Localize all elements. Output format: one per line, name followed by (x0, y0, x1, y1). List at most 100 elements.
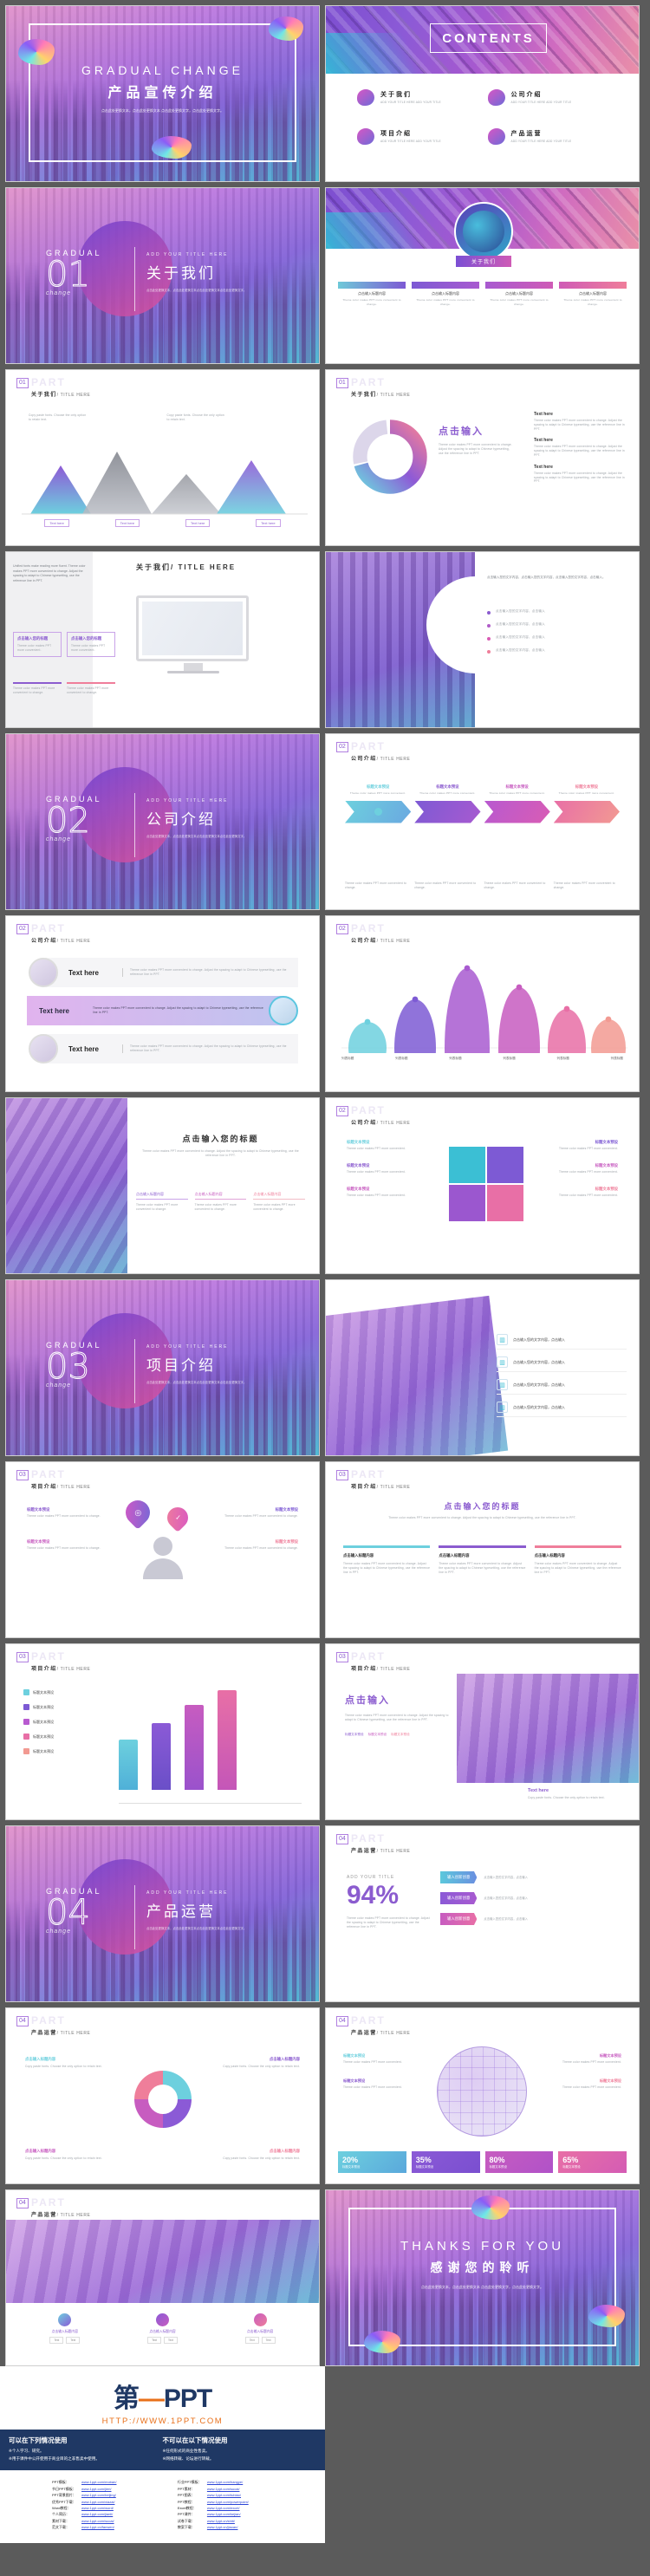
process-step[interactable]: 标题文本预设 Theme color makes PPT more conven… (345, 784, 412, 823)
link[interactable]: www.1ppt.com/tubiao/ (207, 2492, 241, 2498)
list-item[interactable]: 点击输入您的文字内容，点击输入 (487, 648, 627, 654)
percent-value: 94% (347, 1881, 400, 1909)
slide-globe[interactable]: 04 PART 产品运营/ TITLE HERE 标题文本预设 Theme co… (325, 2007, 640, 2184)
process-step[interactable]: 标题文本预设 Theme color makes PPT more conven… (414, 784, 481, 823)
link[interactable]: www.1ppt.com/sucai/ (207, 2486, 240, 2492)
section-title-cn: 关于我们 (146, 265, 216, 282)
puzzle-label: 标题文本预设 (347, 1162, 370, 1168)
info-card[interactable]: 点击输入您的标题 Theme color makes PPT more conv… (67, 632, 115, 657)
stat-tile[interactable]: 65% 标题文本预设 (558, 2151, 627, 2173)
info-card[interactable]: Theme color makes PPT more convenient to… (13, 682, 62, 695)
contents-item[interactable]: 项目介绍 ADD YOUR TITLE HERE ADD YOUR TITLE (357, 128, 488, 145)
text-card[interactable]: Text here Theme color makes PPT more con… (29, 958, 298, 987)
slide-section-02[interactable]: GRADUAL 02 change ADD YOUR TITLE HERE 公司… (5, 733, 320, 910)
icon-card[interactable]: 点击输入标题内容 Text Text (215, 2313, 305, 2344)
link[interactable]: www.1ppt.com/xiazai/ (81, 2499, 114, 2505)
link[interactable]: www.1ppt.com/moban/ (81, 2479, 116, 2485)
link[interactable]: www.1ppt.cn/fanwen/ (81, 2524, 114, 2530)
stat-block[interactable]: 点击输入标题内容 Theme color makes PPT more conv… (412, 282, 479, 306)
slide-cover[interactable]: GRADUAL CHANGE 产品宣传介绍 点击此处更换文本，点击此处更换文本 … (5, 5, 320, 182)
info-card[interactable]: 点击输入您的标题 Theme color makes PPT more conv… (13, 632, 62, 657)
column-block[interactable]: 点击输入标题内容 Theme color makes PPT more conv… (136, 1192, 188, 1212)
slide-section-01[interactable]: GRADUAL 01 change ADD YOUR TITLE HERE 关于… (5, 187, 320, 364)
slide-percent[interactable]: 04 PART 产品运营/ TITLE HERE ADD YOUR TITLE … (325, 1825, 640, 2002)
column-block[interactable]: 点击输入标题内容 Theme color makes PPT more conv… (253, 1192, 306, 1212)
slide-donut-chart[interactable]: 01 PART 关于我们/ TITLE HERE 点击输入 Theme colo… (325, 369, 640, 546)
slide-person-pins[interactable]: 03 PART 项目介绍/ TITLE HERE 标题文本预设 Theme co… (5, 1461, 320, 1638)
icon-card[interactable]: 点击输入标题内容 Text Text (20, 2313, 110, 2344)
list-item[interactable]: ▥ 点击输入您的文字内容，点击输入 (497, 1379, 627, 1395)
info-card[interactable]: Theme color makes PPT more convenient to… (67, 682, 115, 695)
contents-item-sub: ADD YOUR TITLE HERE ADD YOUR TITLE (380, 101, 441, 105)
link[interactable]: www.1ppt.com/sucai/ (81, 2518, 114, 2524)
process-step[interactable]: 标题文本预设 Theme color makes PPT more conven… (553, 784, 620, 823)
list-item[interactable]: ▥ 点击输入您的文字内容，点击输入 (497, 1356, 627, 1372)
stat-block[interactable]: 点击输入标题内容 Theme color makes PPT more conv… (559, 282, 627, 306)
bullet-shape-icon (357, 89, 374, 106)
link[interactable]: www.1ppt.com/jieri/ (81, 2486, 111, 2492)
slide-puzzle[interactable]: 02 PART 公司介绍/ TITLE HERE 标题文本预设 Theme co… (325, 1097, 640, 1274)
link[interactable]: www.1ppt.com/powerpoint/ (207, 2499, 249, 2505)
globe-label[interactable]: 标题文本预设 Theme color makes PPT more conven… (536, 2053, 621, 2090)
legend-swatch (23, 1748, 29, 1754)
denied-uses: 不可以在以下情况使用 ※任何形式的商业性售卖。 ※网络转载、论坛进行转载。 (163, 2436, 317, 2462)
slide-thanks[interactable]: THANKS FOR YOU 感谢您的聆听 点击此处更换文本，点击此处更换文本 … (325, 2189, 640, 2366)
slide-hill-chart[interactable]: 02 PART 公司介绍/ TITLE HERE 列表标题 列表标题 列表标题 … (325, 915, 640, 1092)
link[interactable]: www.1ppt.com/jianli/ (81, 2511, 113, 2517)
stat-block[interactable]: 点击输入标题内容 Theme color makes PPT more conv… (338, 282, 406, 306)
contents-item[interactable]: 公司介绍 ADD YOUR TITLE HERE ADD YOUR TITLE (487, 89, 619, 106)
slide-section-03[interactable]: GRADUAL 03 change ADD YOUR TITLE HERE 项目… (5, 1279, 320, 1456)
percent-row[interactable]: 输入创新创意 点击输入您的文字内容，点击输入 (440, 1913, 588, 1925)
slide-three-cards[interactable]: 03 PART 项目介绍/ TITLE HERE 点击输入您的标题 Theme … (325, 1461, 640, 1638)
slide-wide-photo-icons[interactable]: 04 PART 产品运营/ TITLE HERE 点击输入标题内容 Text T… (5, 2189, 320, 2366)
slide-halfcircle-list[interactable]: 点击输入您的文字内容，点击输入您的文字内容，点击输入您的文字内容，点击输入。 点… (325, 551, 640, 728)
stat-tile[interactable]: 80% 标题文本预设 (484, 2151, 554, 2173)
percent-row[interactable]: 输入创新创意 点击输入您的文字内容，点击输入 (440, 1892, 588, 1904)
process-step[interactable]: 标题文本预设 Theme color makes PPT more conven… (484, 784, 550, 823)
list-item[interactable]: ▥ 点击输入您的文字内容，点击输入 (497, 1402, 627, 1417)
card[interactable]: 点击输入标题内容 Theme color makes PPT more conv… (343, 1545, 431, 1574)
globe-label[interactable]: 标题文本预设 Theme color makes PPT more conven… (343, 2053, 428, 2090)
stat-tile[interactable]: 35% 标题文本预设 (411, 2151, 480, 2173)
card[interactable]: 点击输入标题内容 Theme color makes PPT more conv… (439, 1545, 526, 1574)
stat-block[interactable]: 点击输入标题内容 Theme color makes PPT more conv… (485, 282, 553, 306)
slide-process-arrows[interactable]: 02 PART 公司介绍/ TITLE HERE 标题文本预设 Theme co… (325, 733, 640, 910)
overlay-card[interactable]: Text here Copy paste fonts. Choose the o… (523, 1783, 618, 1805)
quadrant-label[interactable]: 点击输入标题内容 Copy paste fonts. Choose the on… (205, 2057, 300, 2069)
link[interactable]: www.1ppt.cn/shiti/ (207, 2518, 235, 2524)
slide-tilt-photo-list[interactable]: ▥ 点击输入您的文字内容，点击输入 ▥ 点击输入您的文字内容，点击输入 ▥ 点击… (325, 1279, 640, 1456)
slide-header: 03 PART 项目介绍/ TITLE HERE (336, 1468, 410, 1490)
list-item[interactable]: 点击输入您的文字内容，点击输入 (487, 622, 627, 628)
link[interactable]: www.1ppt.com/kejian/ (207, 2511, 241, 2517)
slide-about-monitor[interactable]: Unified fonts make reading more fluent. … (5, 551, 320, 728)
quadrant-label[interactable]: 点击输入标题内容 Copy paste fonts. Choose the on… (25, 2057, 120, 2069)
link[interactable]: www.1ppt.com/hangye/ (207, 2479, 243, 2485)
text-card[interactable]: Text here Theme color makes PPT more con… (29, 1034, 298, 1064)
link[interactable]: www.1ppt.com/word/ (81, 2505, 114, 2511)
slide-bar-chart[interactable]: 03 PART 项目介绍/ TITLE HERE 标题文本预设 标题文本预设 标… (5, 1643, 320, 1820)
link[interactable]: www.1ppt.cn/jiaoan/ (207, 2524, 238, 2530)
slide-click-input-photo[interactable]: 03 PART 项目介绍/ TITLE HERE 点击输入 Theme colo… (325, 1643, 640, 1820)
slide-text-cards[interactable]: 02 PART 公司介绍/ TITLE HERE Text here Theme… (5, 915, 320, 1092)
slide-section-04[interactable]: GRADUAL 04 change ADD YOUR TITLE HERE 产品… (5, 1825, 320, 2002)
list-item[interactable]: 点击输入您的文字内容，点击输入 (487, 609, 627, 615)
link[interactable]: www.1ppt.com/beijing/ (81, 2492, 116, 2498)
list-item[interactable]: 点击输入您的文字内容，点击输入 (487, 635, 627, 641)
slide-photo-three-col[interactable]: 点击输入您的标题 Theme color makes PPT more conv… (5, 1097, 320, 1274)
contents-item[interactable]: 产品运营 ADD YOUR TITLE HERE ADD YOUR TITLE (487, 128, 619, 145)
text-card[interactable]: Text here Theme color makes PPT more con… (27, 996, 298, 1025)
percent-row[interactable]: 输入创新创意 点击输入您的文字内容，点击输入 (440, 1871, 588, 1883)
link[interactable]: www.1ppt.com/excel/ (207, 2505, 240, 2511)
contents-item[interactable]: 关于我们 ADD YOUR TITLE HERE ADD YOUR TITLE (357, 89, 488, 106)
quadrant-label[interactable]: 点击输入标题内容 Copy paste fonts. Choose the on… (205, 2149, 300, 2161)
stat-tile[interactable]: 20% 标题文本预设 (338, 2151, 406, 2173)
card[interactable]: 点击输入标题内容 Theme color makes PPT more conv… (534, 1545, 621, 1574)
slide-about-us-hero[interactable]: 关于我们 点击输入标题内容 Theme color makes PPT more… (325, 187, 640, 364)
slide-mountain-chart[interactable]: 01 PART 关于我们/ TITLE HERE Copy paste font… (5, 369, 320, 546)
slide-circle-quadrant[interactable]: 04 PART 产品运营/ TITLE HERE 点击输入标题内容 Copy p… (5, 2007, 320, 2184)
slide-contents[interactable]: CONTENTS 关于我们 ADD YOUR TITLE HERE ADD YO… (325, 5, 640, 182)
icon-card[interactable]: 点击输入标题内容 Text Text (118, 2313, 208, 2344)
list-item[interactable]: ▥ 点击输入您的文字内容，点击输入 (497, 1334, 627, 1350)
column-block[interactable]: 点击输入标题内容 Theme color makes PPT more conv… (194, 1192, 247, 1212)
quadrant-label[interactable]: 点击输入标题内容 Copy paste fonts. Choose the on… (25, 2149, 120, 2161)
